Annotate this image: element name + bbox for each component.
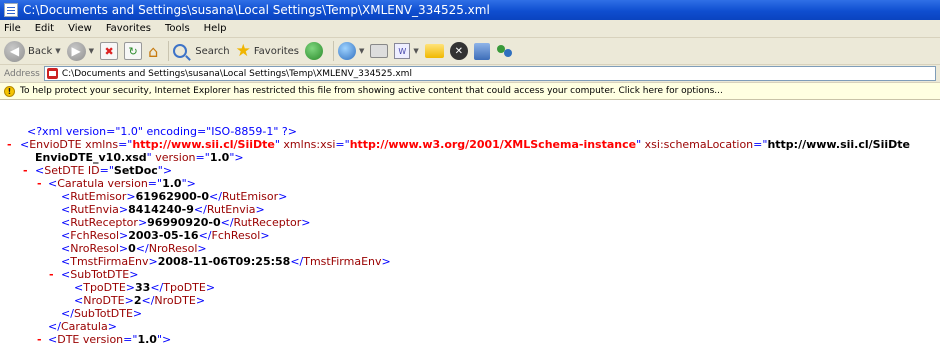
document-icon: [4, 3, 18, 17]
forward-arrow-icon: ▶: [66, 41, 86, 61]
xml-line-subtotdte: - <SubTotDTE>: [49, 268, 139, 281]
xml-declaration-line: <?xml version="1.0" encoding="ISO-8859-1…: [0, 125, 940, 138]
media-icon: [305, 42, 323, 60]
collapse-toggle[interactable]: -: [49, 268, 54, 281]
xml-viewer: <?xml version="1.0" encoding="ISO-8859-1…: [0, 100, 940, 364]
folder-icon: [424, 44, 444, 58]
menu-help[interactable]: Help: [204, 23, 227, 34]
refresh-button[interactable]: ↻: [124, 39, 143, 63]
back-arrow-icon: ◀: [4, 40, 25, 62]
messenger-icon: [496, 43, 514, 59]
refresh-icon: ↻: [124, 42, 143, 60]
information-bar-text: To help protect your security, Internet …: [20, 86, 723, 96]
title-bar: C:\Documents and Settings\susana\Local S…: [0, 0, 940, 20]
stop-button[interactable]: ✖: [100, 39, 119, 63]
home-button[interactable]: ⌂: [148, 39, 158, 63]
xml-line-enviodte-cont: EnvioDTE_v10.xsd" version="1.0">: [35, 151, 244, 164]
collapse-toggle[interactable]: -: [23, 164, 28, 177]
edit-dropdown-icon[interactable]: ▼: [413, 47, 418, 55]
research-button[interactable]: [473, 39, 490, 63]
xml-line-nroresol: <NroResol>0</NroResol>: [61, 242, 207, 255]
xml-line-setdte: - <SetDTE ID="SetDoc">: [23, 164, 173, 177]
back-dropdown-icon[interactable]: ▼: [55, 47, 60, 55]
xml-declaration: <?xml version="1.0" encoding="ISO-8859-1…: [27, 125, 297, 138]
close-circle-button[interactable]: ✕: [449, 39, 468, 63]
forward-button[interactable]: ▶ ▼: [66, 39, 94, 63]
favorites-star-icon: ★: [235, 41, 251, 61]
menu-view[interactable]: View: [68, 23, 92, 34]
print-button[interactable]: [370, 39, 389, 63]
window-title: C:\Documents and Settings\susana\Local S…: [23, 3, 490, 17]
edit-button[interactable]: W ▼: [394, 39, 419, 63]
media-button[interactable]: [305, 39, 323, 63]
home-icon: ⌂: [148, 41, 159, 61]
research-icon: [473, 42, 490, 60]
collapse-toggle[interactable]: -: [37, 177, 42, 190]
history-icon: [338, 42, 356, 60]
xml-line-caratula-close: </Caratula>: [48, 320, 117, 333]
address-bar: Address C:\Documents and Settings\susana…: [0, 65, 940, 83]
address-label: Address: [4, 68, 40, 79]
xml-line-rutreceptor: <RutReceptor>96990920-0</RutReceptor>: [61, 216, 311, 229]
forward-dropdown-icon[interactable]: ▼: [89, 47, 94, 55]
printer-icon: [370, 44, 389, 58]
xml-line-subtotdte-close: </SubTotDTE>: [61, 307, 143, 320]
xml-line-caratula: - <Caratula version="1.0">: [37, 177, 196, 190]
history-dropdown-icon[interactable]: ▼: [359, 47, 364, 55]
information-bar[interactable]: ! To help protect your security, Interne…: [0, 83, 940, 100]
edit-document-icon: W: [394, 43, 411, 59]
xml-line-fchresol: <FchResol>2003-05-16</FchResol>: [61, 229, 270, 242]
back-label: Back: [28, 45, 53, 57]
page-icon: [46, 68, 58, 79]
search-icon: [173, 44, 188, 58]
collapse-toggle[interactable]: -: [37, 333, 42, 346]
collapse-toggle[interactable]: -: [7, 138, 12, 151]
stop-icon: ✖: [100, 42, 119, 60]
xml-line-rutenvia: <RutEnvia>8414240-9</RutEnvia>: [61, 203, 265, 216]
xml-line-nrodte: <NroDTE>2</NroDTE>: [74, 294, 206, 307]
xml-line-tpodte: <TpoDTE>33</TpoDTE>: [74, 281, 216, 294]
security-warning-icon: !: [4, 85, 15, 97]
favorites-label: Favorites: [253, 45, 299, 57]
favorites-button[interactable]: ★ Favorites: [236, 39, 299, 63]
close-circle-icon: ✕: [449, 42, 468, 60]
menu-bar: File Edit View Favorites Tools Help: [0, 20, 940, 38]
address-value: C:\Documents and Settings\susana\Local S…: [61, 68, 412, 79]
toolbar-separator: [333, 41, 334, 61]
menu-file[interactable]: File: [4, 23, 21, 34]
messenger-button[interactable]: [496, 39, 514, 63]
search-label: Search: [195, 45, 230, 57]
xml-line-dte: - <DTE version="1.0">: [37, 333, 172, 346]
folder-button[interactable]: [424, 39, 444, 63]
history-button[interactable]: ▼: [338, 39, 364, 63]
back-button[interactable]: ◀ Back ▼: [4, 39, 61, 63]
search-button[interactable]: Search: [173, 39, 230, 63]
toolbar-separator: [168, 41, 170, 61]
toolbar: ◀ Back ▼ ▶ ▼ ✖ ↻ ⌂ Search ★ Favorites ▼ …: [0, 38, 940, 65]
menu-favorites[interactable]: Favorites: [106, 23, 151, 34]
xml-line-rutemisor: <RutEmisor>61962900-0</RutEmisor>: [61, 190, 288, 203]
xml-line-tmstfirmaenv: <TmstFirmaEnv>2008-11-06T09:25:58</TmstF…: [61, 255, 391, 268]
address-input[interactable]: C:\Documents and Settings\susana\Local S…: [43, 66, 936, 81]
menu-tools[interactable]: Tools: [165, 23, 190, 34]
menu-edit[interactable]: Edit: [35, 23, 54, 34]
xml-line-enviodte: - <EnvioDTE xmlns="http://www.sii.cl/Sii…: [7, 138, 910, 151]
